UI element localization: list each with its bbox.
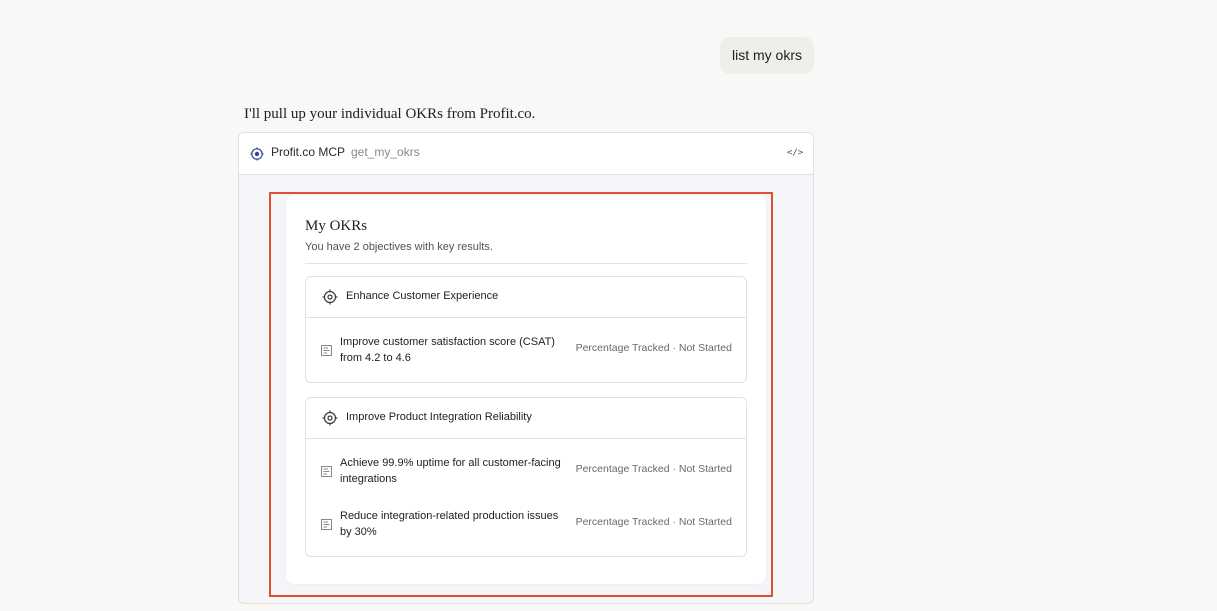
divider — [305, 263, 747, 264]
key-result-status: Percentage Tracked · Not Started — [575, 342, 732, 354]
tool-call-header[interactable]: Profit.co MCP get_my_okrs </> — [239, 133, 813, 175]
assistant-message: I'll pull up your individual OKRs from P… — [244, 106, 536, 122]
key-result-text: Reduce integration-related production is… — [340, 510, 559, 538]
key-result-icon — [321, 519, 332, 530]
target-icon — [322, 289, 338, 305]
tool-method-name: get_my_okrs — [351, 145, 420, 159]
key-result-row[interactable]: Reduce integration-related production is… — [306, 498, 746, 550]
code-toggle-button[interactable]: </> — [787, 145, 803, 161]
profit-co-logo-icon — [250, 147, 264, 161]
key-result-text: Achieve 99.9% uptime for all customer-fa… — [340, 457, 561, 485]
objective-header[interactable]: Enhance Customer Experience — [306, 277, 746, 318]
key-result-row[interactable]: Achieve 99.9% uptime for all customer-fa… — [306, 445, 746, 497]
okr-widget-subtitle: You have 2 objectives with key results. — [305, 241, 493, 253]
key-result-status: Percentage Tracked · Not Started — [575, 516, 732, 528]
target-icon — [322, 410, 338, 426]
user-message-text: list my okrs — [732, 47, 802, 63]
key-result-icon — [321, 345, 332, 356]
objective-card: Improve Product Integration Reliability … — [305, 397, 747, 557]
objective-card: Enhance Customer Experience Improve cust… — [305, 276, 747, 383]
tool-server-name: Profit.co MCP — [271, 145, 346, 159]
okr-widget-title: My OKRs — [305, 218, 368, 234]
okr-widget-card: My OKRs You have 2 objectives with key r… — [286, 195, 766, 584]
key-result-row[interactable]: Improve customer satisfaction score (CSA… — [306, 324, 746, 376]
user-message-bubble: list my okrs — [720, 37, 814, 74]
objective-header[interactable]: Improve Product Integration Reliability — [306, 398, 746, 439]
key-result-status: Percentage Tracked · Not Started — [575, 463, 732, 475]
code-brackets-icon: </> — [787, 148, 804, 158]
tool-call-panel: Profit.co MCP get_my_okrs </> My OKRs Yo… — [238, 132, 814, 604]
key-result-icon — [321, 466, 332, 477]
key-result-text: Improve customer satisfaction score (CSA… — [340, 336, 555, 364]
objective-title: Improve Product Integration Reliability — [346, 411, 532, 423]
objective-title: Enhance Customer Experience — [346, 290, 499, 302]
